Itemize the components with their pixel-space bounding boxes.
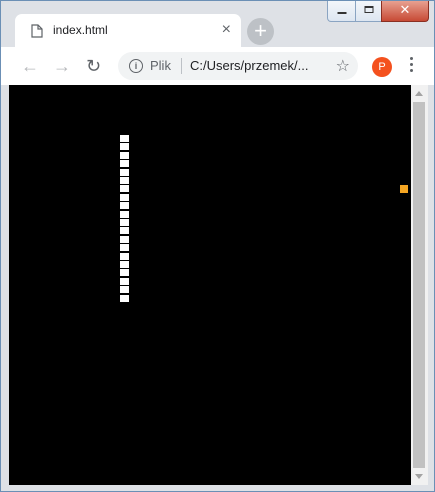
food-pellet <box>400 185 408 193</box>
address-separator <box>181 58 182 74</box>
snake-segment <box>120 143 129 151</box>
snake-segment <box>120 219 129 226</box>
scroll-up-icon[interactable] <box>415 91 423 96</box>
tab-index[interactable]: index.html × <box>15 14 241 47</box>
back-button[interactable]: ← <box>21 56 39 76</box>
snake-segment <box>120 269 129 277</box>
snake-segment <box>120 210 129 218</box>
address-bar[interactable]: i Plik C:/Users/przemek/... ☆ <box>118 52 358 80</box>
url-text[interactable]: C:/Users/przemek/... <box>190 58 318 73</box>
profile-avatar[interactable]: P <box>372 57 392 77</box>
tab-title: index.html <box>53 23 108 37</box>
snake-segment <box>120 151 129 159</box>
snake-segment <box>120 202 129 210</box>
snake-segment <box>120 286 129 294</box>
scrollbar-thumb[interactable] <box>413 102 425 468</box>
star-icon[interactable]: ☆ <box>336 56 350 76</box>
snake-segment <box>120 227 129 235</box>
snake-segment <box>120 261 129 268</box>
scroll-down-icon[interactable] <box>415 474 423 479</box>
maximize-icon <box>364 6 373 13</box>
browser-window: index.html × + ✕ ← → ↻ i Plik C:/Users/p… <box>0 0 435 492</box>
minimize-button[interactable] <box>327 1 356 22</box>
snake-segment <box>120 252 129 260</box>
site-info-label: Plik <box>150 58 171 73</box>
vertical-scrollbar[interactable] <box>411 85 428 485</box>
snake-segment <box>120 177 129 184</box>
reload-button[interactable]: ↻ <box>86 56 101 76</box>
maximize-button[interactable] <box>355 1 382 22</box>
kebab-menu-icon[interactable] <box>410 57 414 75</box>
snake-segment <box>120 160 129 168</box>
snake-segment <box>120 135 129 142</box>
game-canvas[interactable] <box>9 85 411 485</box>
snake-segment <box>120 244 129 252</box>
snake-segment <box>120 294 129 302</box>
snake-segment <box>120 168 129 176</box>
snake-segment <box>120 277 129 285</box>
minimize-icon <box>337 12 346 14</box>
new-tab-button[interactable]: + <box>247 18 274 45</box>
snake-segment <box>120 193 129 201</box>
forward-button[interactable]: → <box>53 56 71 76</box>
toolbar: ← → ↻ i Plik C:/Users/przemek/... ☆ P <box>1 47 434 85</box>
page-icon <box>31 24 43 38</box>
close-window-button[interactable]: ✕ <box>381 1 429 22</box>
close-tab-icon[interactable]: × <box>222 21 231 39</box>
snake-segment <box>120 185 129 193</box>
snake-segment <box>120 235 129 243</box>
info-icon[interactable]: i <box>129 59 143 73</box>
